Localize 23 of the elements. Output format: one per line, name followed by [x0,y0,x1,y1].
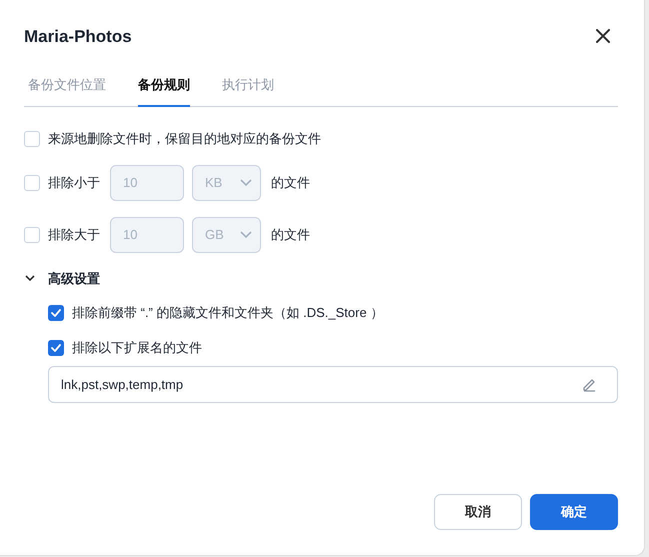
check-icon [51,309,61,317]
checkbox-label: 排除小于 [48,174,100,192]
number-field: 10 [110,164,184,200]
extensions-field[interactable]: lnk,pst,swp,temp,tmp [48,366,618,403]
tab[interactable]: 备份规则 [138,68,190,106]
suffix-label: 的文件 [271,174,310,192]
checkbox-label: 排除以下扩展名的文件 [72,339,202,358]
checkbox-label: 来源地删除文件时，保留目的地对应的备份文件 [48,130,321,148]
section-heading: 高级设置 [48,270,100,288]
checkbox[interactable] [48,340,64,356]
suffix-label: 的文件 [271,226,310,244]
number-field: 10 [110,216,184,252]
check-icon [51,344,61,352]
checkbox-label: 排除前缀带 “.” 的隐藏文件和文件夹（如 .DS._Store ） [72,304,384,322]
dialog-title: Maria-Photos [24,27,132,47]
edit-icon[interactable] [582,377,597,392]
chevron-down-icon [240,231,252,238]
chevron-down-icon [240,179,252,186]
confirm-button[interactable]: 确定 [530,494,618,530]
checkbox[interactable] [48,305,64,321]
cancel-button[interactable]: 取消 [434,494,522,530]
close-icon[interactable] [596,29,610,43]
checkbox-label: 排除大于 [48,226,100,244]
